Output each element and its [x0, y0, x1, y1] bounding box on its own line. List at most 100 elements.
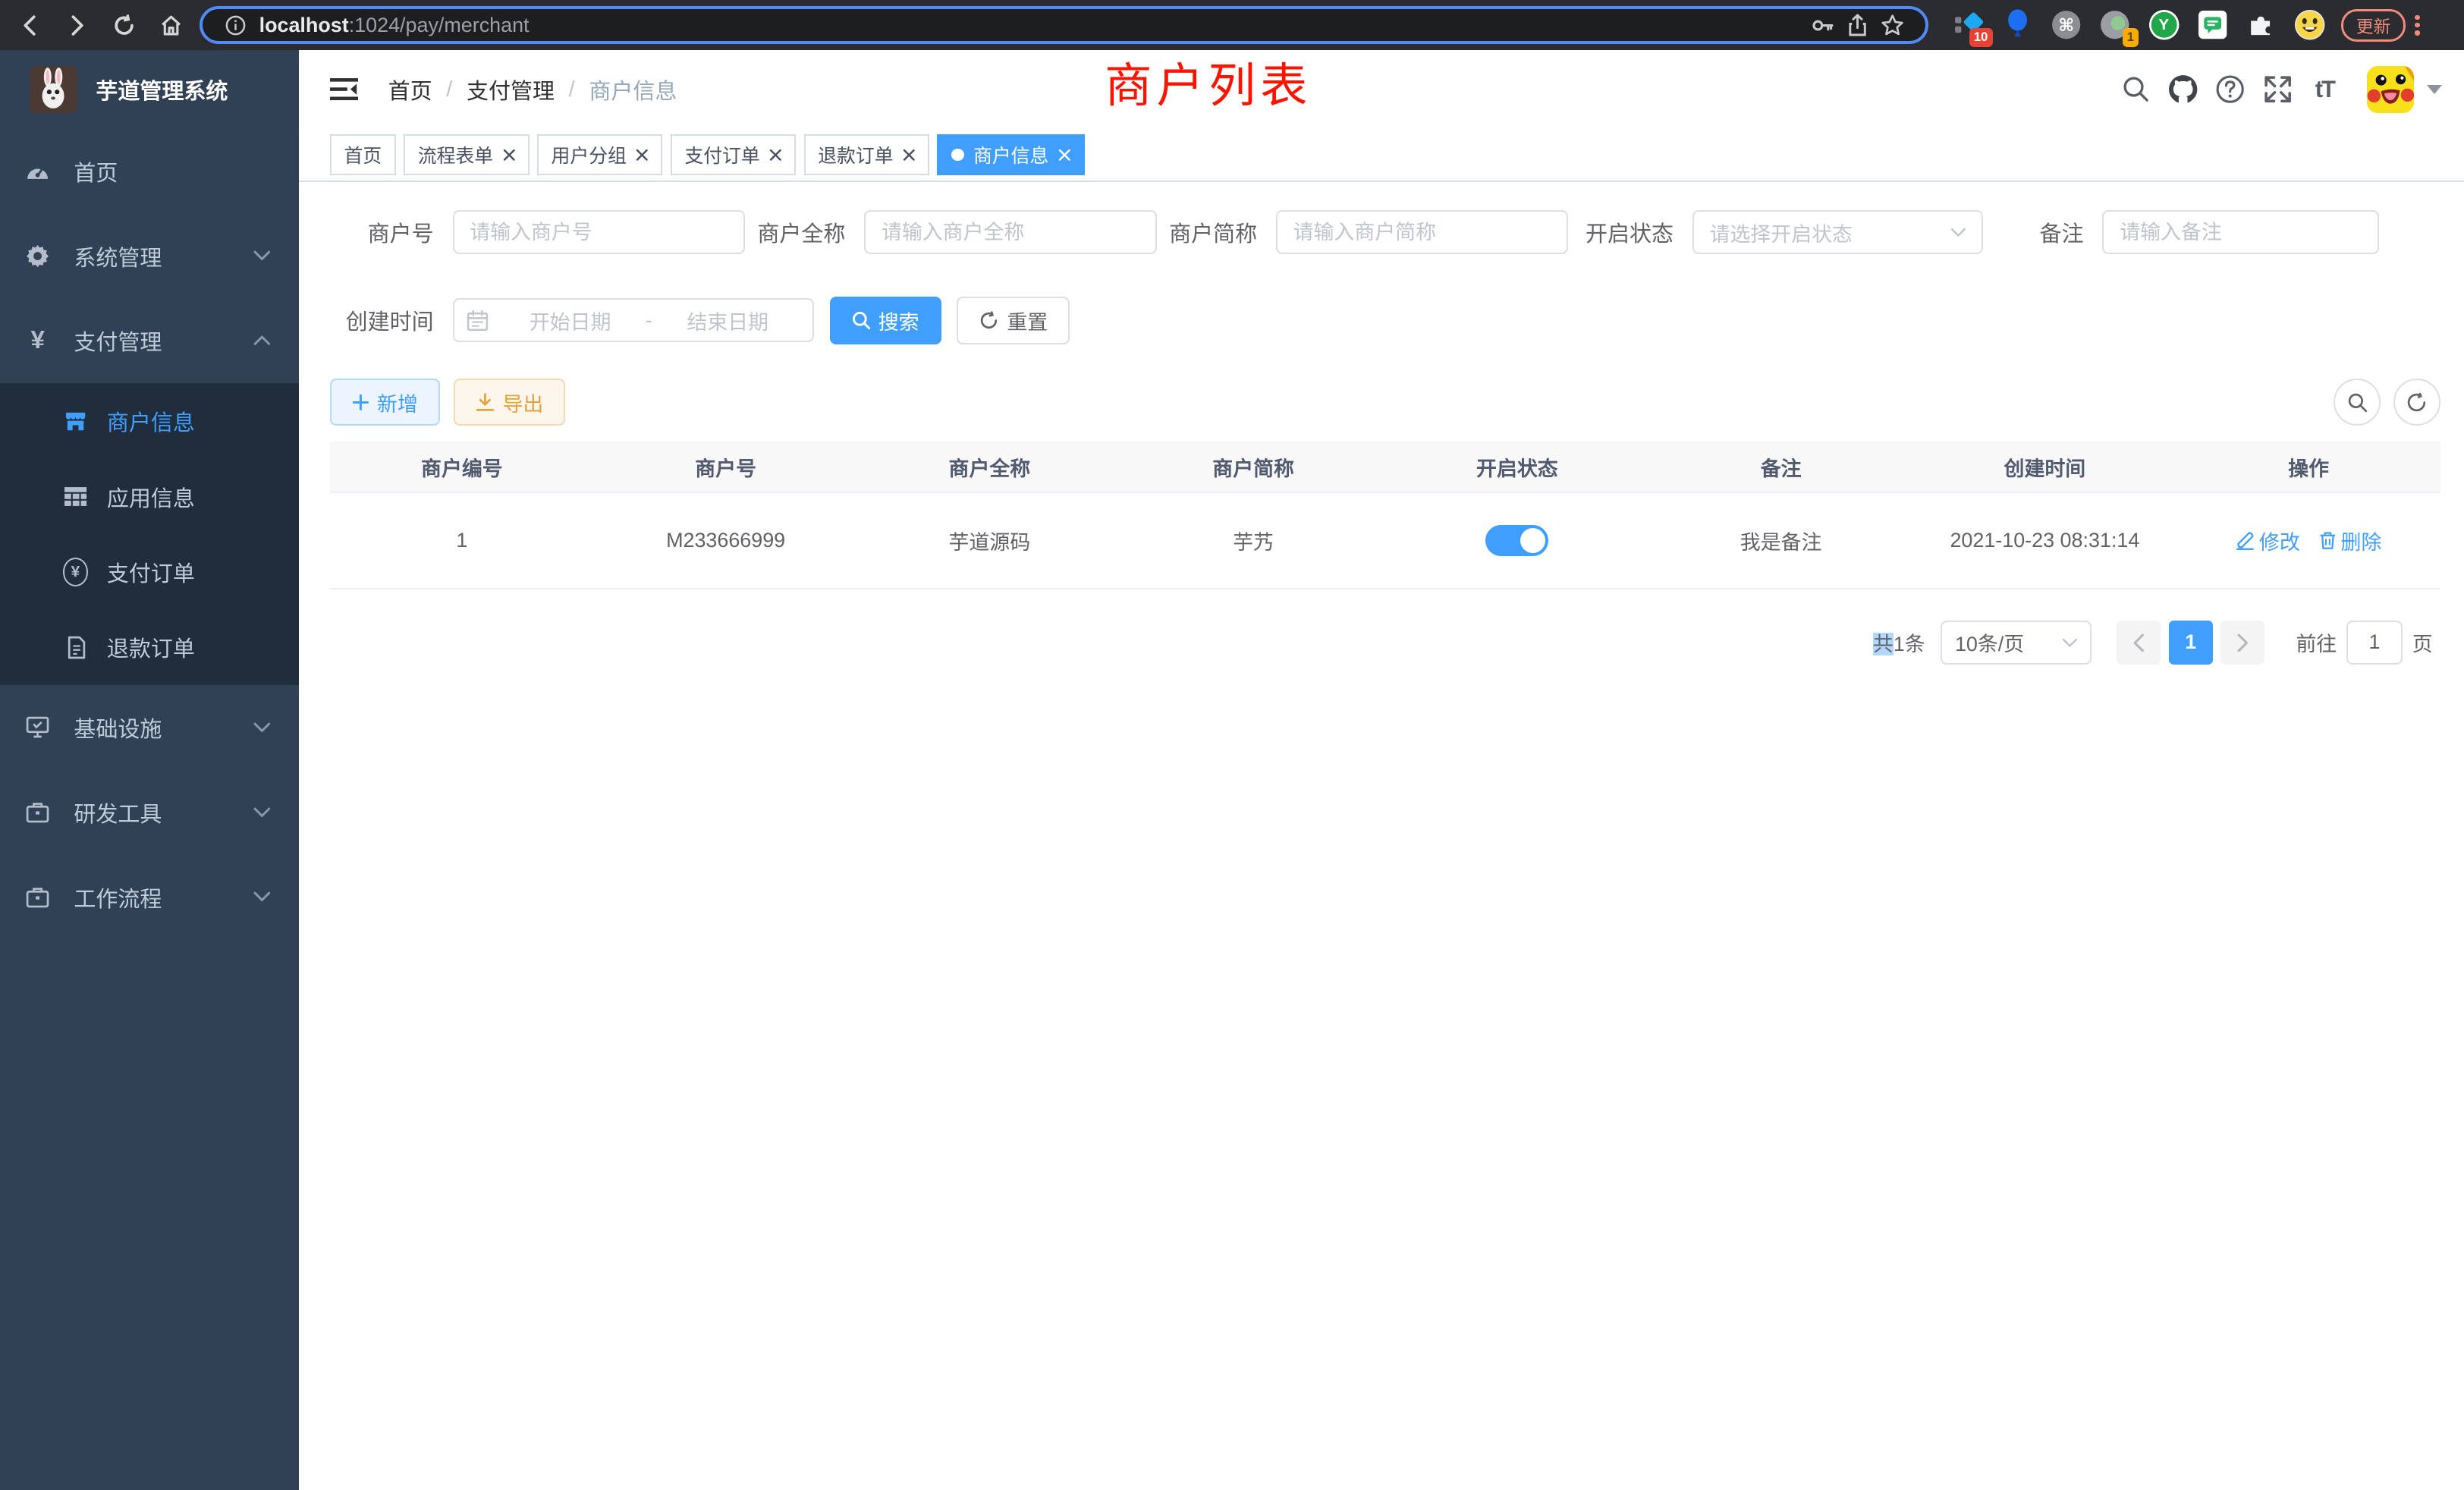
help-icon[interactable] — [2207, 66, 2254, 113]
refresh-icon[interactable] — [2393, 379, 2440, 426]
breadcrumb-home[interactable]: 首页 — [388, 74, 432, 105]
breadcrumb-current: 商户信息 — [589, 74, 677, 105]
grid-icon — [63, 484, 88, 509]
remark-input[interactable] — [2102, 210, 2379, 254]
sidebar-item-home[interactable]: 首页 — [0, 129, 299, 214]
cell-create-time: 2021-10-23 08:31:14 — [1912, 493, 2176, 587]
extension-y-icon[interactable]: Y — [2148, 9, 2180, 40]
start-date-placeholder: 开始日期 — [498, 306, 643, 335]
col-merchant-no: 商户号 — [594, 442, 858, 492]
cell-remark: 我是备注 — [1649, 493, 1913, 587]
date-separator: - — [643, 309, 655, 332]
sidebar-item-system[interactable]: 系统管理 — [0, 214, 299, 299]
tab-pay-order[interactable]: 支付订单 — [671, 134, 796, 175]
cell-short-name: 芋艿 — [1121, 493, 1385, 587]
sidebar-item-workflow[interactable]: 工作流程 — [0, 855, 299, 940]
document-icon — [63, 635, 88, 660]
sidebar-collapse-icon[interactable] — [325, 71, 363, 108]
sidebar-item-app-info[interactable]: 应用信息 — [0, 459, 299, 534]
close-icon[interactable] — [769, 149, 782, 162]
extension-circle-icon[interactable]: 1 — [2099, 9, 2130, 40]
chevron-down-icon — [253, 250, 271, 262]
browser-reload-icon[interactable] — [101, 3, 148, 47]
add-button[interactable]: 新增 — [330, 379, 440, 426]
filter-row-2: 创建时间 开始日期 - 结束日期 搜索 — [330, 297, 2440, 344]
prev-page-button[interactable] — [2117, 621, 2161, 665]
dashboard-icon — [25, 159, 50, 184]
breadcrumb-separator: / — [446, 77, 452, 102]
full-name-input[interactable] — [864, 210, 1156, 254]
close-icon[interactable] — [503, 149, 516, 162]
caret-down-icon[interactable] — [2427, 85, 2442, 94]
browser-update-button[interactable]: 更新 — [2341, 9, 2406, 42]
sidebar-item-pay-order[interactable]: ¥ 支付订单 — [0, 534, 299, 609]
cell-merchant-no: M233666999 — [594, 493, 858, 587]
create-time-range-picker[interactable]: 开始日期 - 结束日期 — [453, 298, 814, 342]
breadcrumb-payment[interactable]: 支付管理 — [467, 74, 555, 105]
col-short-name: 商户简称 — [1121, 442, 1385, 492]
extension-diamond-icon[interactable]: 10 — [1953, 9, 1985, 40]
extension-command-icon[interactable]: ⌘ — [2051, 9, 2082, 40]
chevron-down-icon — [253, 891, 271, 903]
close-icon[interactable] — [636, 149, 649, 162]
extension-puzzle-icon[interactable] — [2246, 9, 2277, 40]
extension-emoji-icon[interactable] — [2294, 9, 2325, 40]
page-content: 商户号 商户全称 商户简称 开启状态 请选择开启状态 备注 创 — [299, 182, 2464, 1490]
browser-home-icon[interactable] — [148, 3, 195, 47]
sidebar-item-payment[interactable]: ¥ 支付管理 — [0, 299, 299, 384]
edit-link[interactable]: 修改 — [2236, 526, 2300, 555]
sidebar-item-label: 基础设施 — [74, 712, 162, 743]
app-title: 芋道管理系统 — [96, 74, 228, 105]
font-size-icon[interactable]: tT — [2301, 66, 2348, 113]
sidebar-item-label: 商户信息 — [107, 405, 195, 437]
page-size-select[interactable]: 10条/页 — [1941, 621, 2092, 665]
tab-home[interactable]: 首页 — [330, 134, 396, 175]
tab-merchant-info[interactable]: 商户信息 — [937, 134, 1084, 175]
delete-link[interactable]: 删除 — [2319, 526, 2382, 555]
close-icon[interactable] — [903, 149, 916, 162]
show-search-icon[interactable] — [2334, 379, 2381, 426]
sidebar-item-refund-order[interactable]: 退款订单 — [0, 610, 299, 685]
browser-back-icon[interactable] — [6, 3, 53, 47]
chevron-down-icon — [1950, 228, 1966, 237]
extension-balloon-icon[interactable] — [2002, 9, 2033, 40]
sidebar-item-infrastructure[interactable]: 基础设施 — [0, 685, 299, 770]
yen-icon: ¥ — [25, 328, 50, 354]
bookmark-star-icon[interactable] — [1875, 9, 1909, 40]
create-time-label: 创建时间 — [330, 304, 434, 336]
search-icon[interactable] — [2113, 66, 2160, 113]
address-bar[interactable]: localhost:1024/pay/merchant — [200, 6, 1928, 44]
chevron-down-icon — [253, 722, 271, 734]
page-number-1[interactable]: 1 — [2169, 621, 2213, 665]
tab-user-group[interactable]: 用户分组 — [537, 134, 662, 175]
user-avatar[interactable] — [2367, 66, 2414, 113]
reset-button[interactable]: 重置 — [957, 297, 1070, 344]
merchant-no-input[interactable] — [453, 210, 745, 254]
merchant-no-label: 商户号 — [330, 216, 434, 248]
share-icon[interactable] — [1840, 9, 1875, 40]
tab-process-form[interactable]: 流程表单 — [404, 134, 529, 175]
chevron-up-icon — [253, 335, 271, 347]
browser-forward-icon[interactable] — [53, 3, 100, 47]
export-button[interactable]: 导出 — [454, 379, 565, 426]
github-icon[interactable] — [2160, 66, 2207, 113]
extension-chat-icon[interactable] — [2197, 9, 2228, 40]
short-name-input[interactable] — [1276, 210, 1568, 254]
sidebar-item-merchant-info[interactable]: 商户信息 — [0, 383, 299, 458]
tab-refund-order[interactable]: 退款订单 — [804, 134, 929, 175]
chevron-down-icon — [253, 807, 271, 819]
goto-page-input[interactable] — [2346, 621, 2403, 665]
fullscreen-icon[interactable] — [2254, 66, 2301, 113]
sidebar-item-label: 退款订单 — [107, 631, 195, 663]
next-page-button[interactable] — [2220, 621, 2264, 665]
site-info-icon[interactable] — [218, 9, 253, 40]
search-button[interactable]: 搜索 — [830, 297, 941, 344]
briefcase-icon — [25, 800, 50, 825]
close-icon[interactable] — [1058, 149, 1071, 162]
status-toggle[interactable] — [1485, 525, 1548, 556]
password-key-icon[interactable] — [1806, 9, 1840, 40]
browser-menu-icon[interactable] — [2415, 15, 2419, 36]
sidebar-item-dev-tools[interactable]: 研发工具 — [0, 770, 299, 855]
app-logo-row[interactable]: 芋道管理系统 — [0, 50, 299, 129]
status-select[interactable]: 请选择开启状态 — [1692, 210, 1983, 254]
